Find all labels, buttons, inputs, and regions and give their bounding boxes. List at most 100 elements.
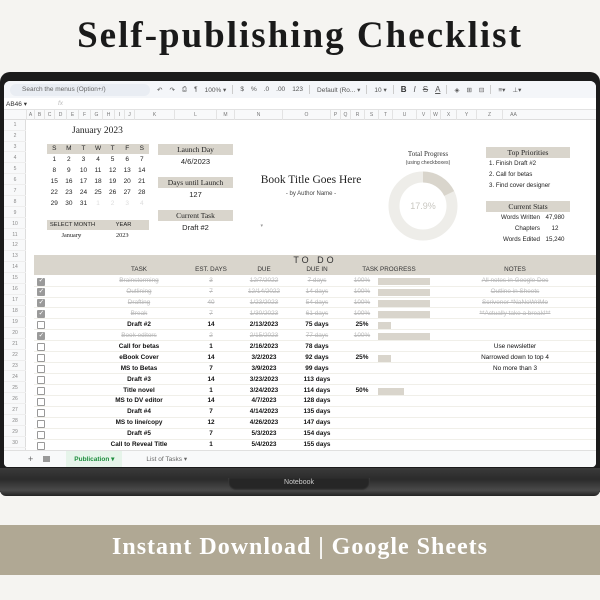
undo-icon[interactable]: ↶ bbox=[157, 86, 162, 94]
row-header[interactable]: 29 bbox=[4, 427, 26, 438]
row-header[interactable]: 8 bbox=[4, 197, 26, 208]
task-checkbox[interactable] bbox=[37, 309, 45, 319]
task-checkbox[interactable] bbox=[37, 331, 45, 341]
column-header[interactable]: Y bbox=[456, 110, 476, 120]
column-header[interactable]: K bbox=[134, 110, 174, 120]
row-header[interactable]: 2 bbox=[4, 131, 26, 142]
task-checkbox[interactable] bbox=[37, 376, 45, 385]
row-header[interactable]: 27 bbox=[4, 405, 26, 416]
column-header[interactable]: C bbox=[44, 110, 54, 120]
row-header[interactable]: 21 bbox=[4, 339, 26, 350]
task-checkbox[interactable] bbox=[37, 408, 45, 417]
decrease-decimal-button[interactable]: .0 bbox=[264, 86, 269, 93]
row-header[interactable]: 18 bbox=[4, 306, 26, 317]
fill-color-icon[interactable]: ◈ bbox=[454, 86, 459, 94]
print-icon[interactable]: ⎙ bbox=[182, 86, 187, 94]
row-header[interactable]: 30 bbox=[4, 438, 26, 449]
column-header[interactable]: Z bbox=[476, 110, 502, 120]
align-vertical-icon[interactable]: ⊥▾ bbox=[512, 86, 521, 94]
number-format-select[interactable]: 123 bbox=[292, 86, 303, 93]
tab-list-of-tasks[interactable]: List of Tasks ▾ bbox=[138, 451, 195, 468]
column-header[interactable]: S bbox=[364, 110, 378, 120]
row-header[interactable]: 24 bbox=[4, 372, 26, 383]
column-header[interactable]: AA bbox=[502, 110, 524, 120]
italic-button[interactable]: I bbox=[414, 85, 416, 94]
redo-icon[interactable]: ↷ bbox=[169, 86, 174, 94]
current-task-dropdown[interactable]: Draft #2 ▾ bbox=[158, 223, 263, 232]
column-header[interactable]: X bbox=[440, 110, 456, 120]
tab-publication[interactable]: Publication ▾ bbox=[66, 450, 123, 467]
row-header[interactable]: 7 bbox=[4, 186, 26, 197]
text-color-button[interactable]: A bbox=[435, 85, 440, 94]
column-header[interactable]: O bbox=[282, 110, 330, 120]
task-checkbox[interactable] bbox=[37, 365, 45, 374]
task-checkbox[interactable] bbox=[37, 441, 45, 450]
row-header[interactable]: 20 bbox=[4, 328, 26, 339]
align-horizontal-icon[interactable]: ≡▾ bbox=[498, 86, 505, 94]
row-header[interactable]: 10 bbox=[4, 219, 26, 230]
row-header[interactable]: 11 bbox=[4, 230, 26, 241]
row-header[interactable]: 19 bbox=[4, 317, 26, 328]
row-header[interactable]: 26 bbox=[4, 394, 26, 405]
column-header[interactable]: W bbox=[430, 110, 440, 120]
borders-icon[interactable]: ⊞ bbox=[466, 86, 471, 94]
menu-search-input[interactable]: Search the menus (Option+/) bbox=[10, 83, 150, 96]
all-sheets-button[interactable] bbox=[43, 456, 51, 462]
currency-button[interactable]: $ bbox=[240, 86, 244, 93]
task-checkbox[interactable] bbox=[37, 387, 45, 395]
task-checkbox[interactable] bbox=[37, 287, 45, 297]
column-header[interactable]: T bbox=[378, 110, 392, 120]
row-header[interactable]: 14 bbox=[4, 262, 26, 273]
row-header[interactable]: 4 bbox=[4, 153, 26, 164]
column-header[interactable]: L bbox=[174, 110, 216, 120]
strikethrough-button[interactable]: S bbox=[423, 85, 428, 94]
month-dropdown[interactable]: January▾ bbox=[47, 231, 98, 241]
task-checkbox[interactable] bbox=[37, 354, 45, 363]
row-header[interactable]: 16 bbox=[4, 284, 26, 295]
row-header[interactable]: 12 bbox=[4, 240, 26, 252]
row-header[interactable]: 23 bbox=[4, 361, 26, 372]
add-sheet-button[interactable]: + bbox=[28, 454, 33, 464]
column-header[interactable]: Q bbox=[340, 110, 350, 120]
column-header[interactable]: H bbox=[102, 110, 114, 120]
column-header[interactable]: J bbox=[124, 110, 134, 120]
row-header[interactable]: 22 bbox=[4, 350, 26, 361]
year-dropdown[interactable]: 2023▾ bbox=[98, 231, 149, 241]
row-header[interactable]: 25 bbox=[4, 383, 26, 394]
column-header[interactable]: E bbox=[66, 110, 78, 120]
name-box[interactable]: AB46 ▾ bbox=[4, 100, 52, 108]
font-select[interactable]: Default (Ro... ▾ bbox=[317, 86, 360, 94]
column-header[interactable]: I bbox=[114, 110, 124, 120]
column-header[interactable]: R bbox=[350, 110, 364, 120]
row-header[interactable]: 9 bbox=[4, 208, 26, 219]
row-header[interactable]: 1 bbox=[4, 120, 26, 131]
column-header[interactable]: P bbox=[330, 110, 340, 120]
percent-button[interactable]: % bbox=[251, 86, 257, 93]
task-checkbox[interactable] bbox=[37, 321, 45, 330]
row-header[interactable]: 17 bbox=[4, 295, 26, 306]
merge-cells-icon[interactable]: ⊟ bbox=[479, 86, 484, 94]
column-header[interactable]: M bbox=[216, 110, 234, 120]
column-header[interactable]: N bbox=[234, 110, 282, 120]
row-header[interactable]: 5 bbox=[4, 164, 26, 175]
task-checkbox[interactable] bbox=[37, 419, 45, 428]
column-header[interactable]: B bbox=[34, 110, 44, 120]
row-header[interactable]: 13 bbox=[4, 251, 26, 262]
task-checkbox[interactable] bbox=[37, 298, 45, 308]
task-checkbox[interactable] bbox=[37, 276, 45, 286]
row-header[interactable]: 28 bbox=[4, 416, 26, 427]
zoom-select[interactable]: 100% ▾ bbox=[205, 86, 227, 94]
row-header[interactable]: 6 bbox=[4, 175, 26, 186]
column-header[interactable]: U bbox=[392, 110, 416, 120]
font-size-select[interactable]: 10 ▾ bbox=[374, 86, 386, 94]
task-checkbox[interactable] bbox=[37, 343, 45, 352]
column-header[interactable]: V bbox=[416, 110, 430, 120]
column-header[interactable]: F bbox=[78, 110, 90, 120]
increase-decimal-button[interactable]: .00 bbox=[276, 86, 285, 93]
column-header[interactable]: G bbox=[90, 110, 102, 120]
bold-button[interactable]: B bbox=[401, 85, 407, 94]
paint-format-icon[interactable]: ¶ bbox=[194, 86, 198, 93]
column-header[interactable]: A bbox=[26, 110, 34, 120]
column-header[interactable]: D bbox=[54, 110, 66, 120]
task-checkbox[interactable] bbox=[37, 397, 45, 406]
